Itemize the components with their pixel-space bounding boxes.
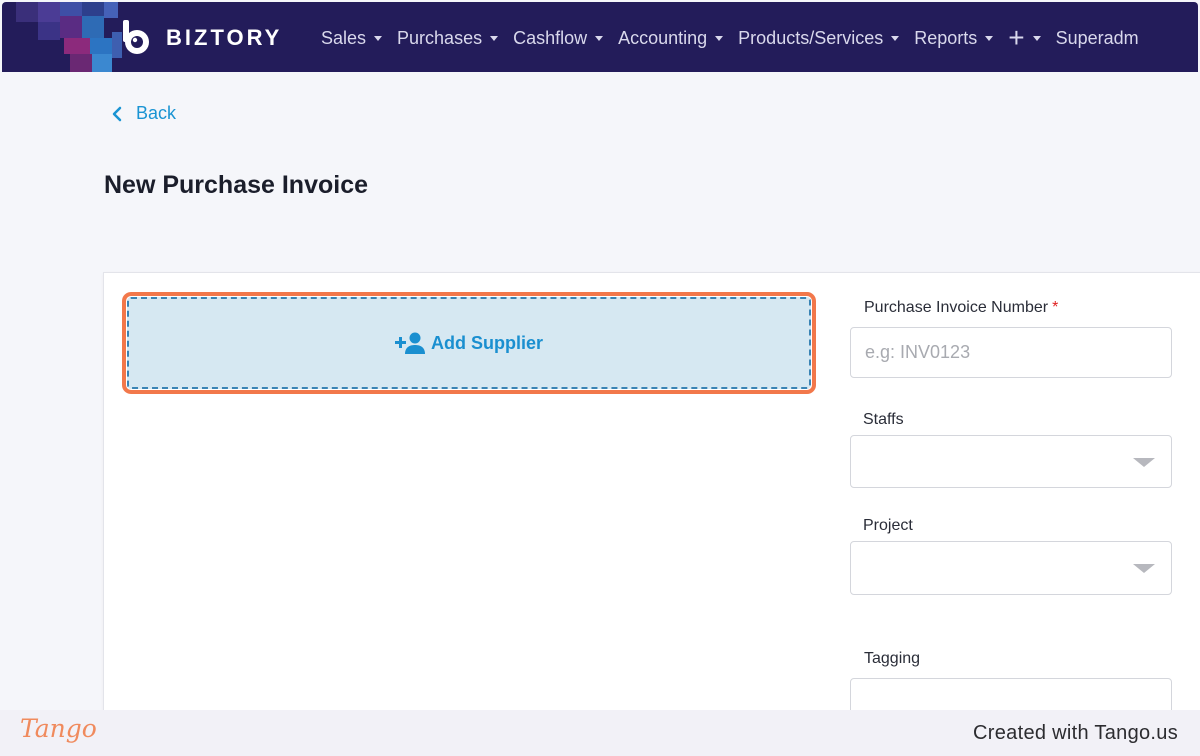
biztory-logo-icon xyxy=(123,20,149,54)
user-menu[interactable]: Superadm xyxy=(1056,28,1139,49)
brand[interactable]: BIZTORY xyxy=(120,20,282,56)
nav-item-sales[interactable]: Sales xyxy=(321,27,383,49)
caret-down-icon xyxy=(595,35,604,41)
nav-item-label: Accounting xyxy=(618,27,708,48)
plus-icon: + xyxy=(1008,22,1025,53)
tagging-label: Tagging xyxy=(864,650,921,667)
caret-down-icon xyxy=(490,35,499,41)
nav-item-label: Purchases xyxy=(397,27,483,48)
add-supplier-button[interactable]: Add Supplier xyxy=(127,297,811,389)
nav-item-cashflow[interactable]: Cashflow xyxy=(513,27,604,49)
nav-item-label: Reports xyxy=(914,27,978,48)
top-navbar: BIZTORY Sales Purchases Cashflow Account… xyxy=(2,2,1198,72)
chevron-left-icon xyxy=(112,106,122,121)
caret-down-icon xyxy=(374,35,383,41)
invoice-number-field xyxy=(850,327,1172,378)
nav-item-purchases[interactable]: Purchases xyxy=(397,27,499,49)
back-label: Back xyxy=(136,103,177,123)
nav-item-label: Cashflow xyxy=(513,27,588,48)
staffs-label: Staffs xyxy=(863,411,904,428)
user-name: Superadm xyxy=(1055,27,1139,48)
tango-logo: Tango xyxy=(20,714,97,743)
caret-down-icon xyxy=(715,35,724,41)
required-mark: * xyxy=(1052,299,1059,316)
caret-down-icon xyxy=(985,35,994,41)
quick-add-menu[interactable]: + xyxy=(1008,22,1041,53)
main-menu: Sales Purchases Cashflow Accounting Prod… xyxy=(321,24,1154,52)
dropdown-arrow-icon xyxy=(1133,564,1155,573)
invoice-number-input[interactable] xyxy=(851,328,1171,377)
back-link[interactable]: Back xyxy=(112,103,176,124)
tango-credit: Created with Tango.us xyxy=(973,722,1178,744)
brand-name: BIZTORY xyxy=(166,25,283,50)
nav-item-products-services[interactable]: Products/Services xyxy=(738,27,900,49)
nav-item-label: Sales xyxy=(321,27,367,48)
caret-down-icon xyxy=(1032,35,1041,41)
project-select[interactable] xyxy=(850,541,1172,595)
tango-footer: Tango Created with Tango.us xyxy=(0,710,1200,756)
invoice-number-label: Purchase Invoice Number * xyxy=(864,299,1059,316)
add-supplier-label: Add Supplier xyxy=(431,332,543,353)
add-person-icon xyxy=(395,332,425,354)
caret-down-icon xyxy=(891,35,900,41)
staffs-select[interactable] xyxy=(850,435,1172,488)
page-title: New Purchase Invoice xyxy=(104,171,369,199)
project-label: Project xyxy=(863,517,913,534)
nav-item-label: Products/Services xyxy=(738,27,884,48)
dropdown-arrow-icon xyxy=(1133,458,1155,467)
nav-item-reports[interactable]: Reports xyxy=(914,27,994,49)
nav-item-accounting[interactable]: Accounting xyxy=(618,27,724,49)
